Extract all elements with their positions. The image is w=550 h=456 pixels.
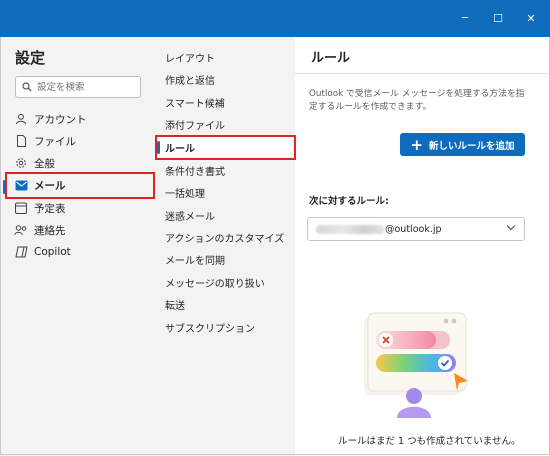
nav-item-calendar[interactable]: 予定表 <box>6 198 151 218</box>
person-icon <box>14 112 28 126</box>
menu-item-compose-reply[interactable]: 作成と返信 <box>165 69 215 89</box>
nav-item-label: アカウント <box>34 113 87 126</box>
empty-rules-illustration <box>364 312 468 418</box>
minimize-icon: ─ <box>461 13 469 24</box>
menu-item-sync-email[interactable]: メールを同期 <box>165 249 225 269</box>
nav-item-contacts[interactable]: 連絡先 <box>6 220 151 240</box>
nav-item-copilot[interactable]: Copilot <box>6 242 151 262</box>
nav-item-files[interactable]: ファイル <box>6 131 151 151</box>
plus-icon: + <box>410 135 424 154</box>
menu-item-smart-suggestions[interactable]: スマート候補 <box>165 92 225 112</box>
settings-sidebar: 設定 アカウント ファイル 全般 メール 予定表 <box>0 37 155 456</box>
rules-for-label: 次に対するルール: <box>309 196 389 207</box>
settings-title: 設定 <box>15 49 46 67</box>
nav-item-label: 全般 <box>34 157 55 170</box>
nav-item-account[interactable]: アカウント <box>6 109 151 129</box>
menu-item-junk-email[interactable]: 迷惑メール <box>165 205 215 225</box>
nav-item-mail[interactable]: メール <box>6 175 151 195</box>
people-icon <box>14 223 28 237</box>
document-icon <box>14 134 28 148</box>
add-new-rule-label: 新しいルールを追加 <box>429 140 515 152</box>
copilot-icon <box>14 245 28 259</box>
mail-icon <box>14 178 28 192</box>
title-bar: ─ ☐ ✕ <box>0 0 550 37</box>
rules-description: Outlook で受信メール メッセージを処理する方法を指定するルールを作成でき… <box>309 89 525 112</box>
chevron-down-icon <box>506 224 516 231</box>
nav-item-label: メール <box>34 179 66 192</box>
search-settings-field[interactable] <box>15 76 141 98</box>
nav-item-label: 予定表 <box>34 202 66 215</box>
menu-item-attachments[interactable]: 添付ファイル <box>165 114 225 134</box>
search-icon <box>22 82 32 92</box>
search-input[interactable] <box>37 81 133 93</box>
nav-item-label: Copilot <box>34 246 71 258</box>
add-new-rule-button[interactable]: + 新しいルールを追加 <box>400 133 525 156</box>
nav-item-label: 連絡先 <box>34 224 66 237</box>
redacted-email <box>316 224 384 234</box>
menu-item-forwarding[interactable]: 転送 <box>165 294 185 314</box>
close-button[interactable]: ✕ <box>512 0 550 37</box>
close-icon: ✕ <box>526 12 536 25</box>
menu-item-subscriptions[interactable]: サブスクリプション <box>165 317 255 337</box>
nav-item-label: ファイル <box>34 135 76 148</box>
menu-item-message-handling[interactable]: メッセージの取り扱い <box>165 272 265 292</box>
empty-state-message: ルールはまだ 1 つも作成されていません。 <box>338 436 521 447</box>
active-indicator <box>157 141 160 154</box>
page-title: ルール <box>311 51 351 66</box>
menu-item-layout[interactable]: レイアウト <box>165 47 215 67</box>
maximize-icon: ☐ <box>493 12 503 25</box>
account-domain: @outlook.jp <box>385 223 442 235</box>
calendar-icon <box>14 201 28 215</box>
account-select[interactable]: @outlook.jp <box>307 217 525 241</box>
menu-item-conditional-formatting[interactable]: 条件付き書式 <box>165 160 225 180</box>
menu-item-sweep[interactable]: 一括処理 <box>165 182 205 202</box>
menu-item-rules[interactable]: ルール <box>165 137 195 157</box>
gear-icon <box>14 156 28 170</box>
divider <box>295 73 550 74</box>
nav-item-general[interactable]: 全般 <box>6 153 151 173</box>
menu-item-customize-actions[interactable]: アクションのカスタマイズ <box>165 227 284 247</box>
